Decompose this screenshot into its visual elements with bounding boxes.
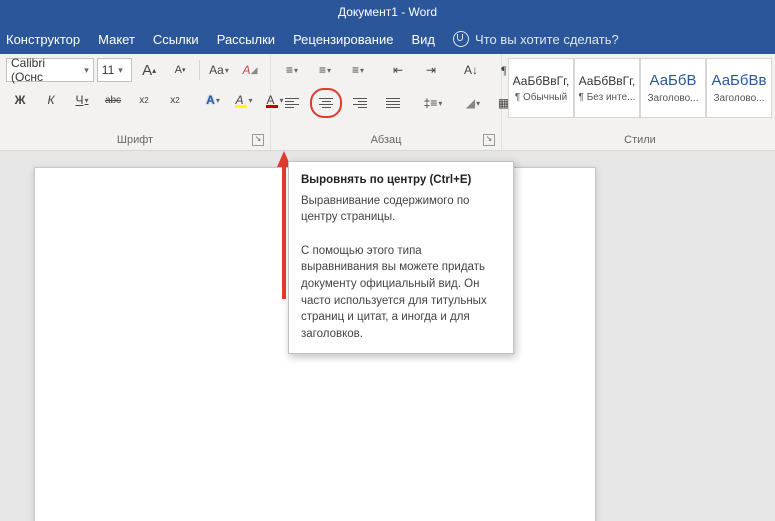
style-normal[interactable]: АаБбВвГг,¶ Обычный [508, 58, 574, 118]
change-case-button[interactable]: Aa▾ [205, 58, 233, 82]
shading-icon: ◢ [466, 96, 475, 110]
tab-constructor[interactable]: Конструктор [6, 32, 80, 47]
align-right-button[interactable] [345, 91, 375, 115]
indent-icon: ⇥ [426, 63, 436, 77]
group-paragraph-label: Абзац↘ [277, 131, 495, 150]
shading-button[interactable]: ◢▾ [458, 91, 488, 115]
subscript-button[interactable]: x2 [130, 88, 158, 112]
multilevel-button[interactable]: ≡▾ [343, 58, 373, 82]
superscript-button[interactable]: x2 [161, 88, 189, 112]
style-heading2[interactable]: АаБбВвЗаголово... [706, 58, 772, 118]
shrink-font-button[interactable]: A▾ [166, 58, 194, 82]
bulb-icon [453, 31, 469, 47]
highlight-button[interactable]: A▾ [230, 88, 258, 112]
tab-review[interactable]: Рецензирование [293, 32, 393, 47]
tooltip-line1: Выравнивание содержимого по центру стран… [301, 193, 501, 226]
text-effects-button[interactable]: A▾ [199, 88, 227, 112]
font-size-combo[interactable]: 11▾ [97, 58, 132, 82]
bullets-icon: ≡ [286, 63, 293, 77]
increase-indent-button[interactable]: ⇥ [416, 58, 446, 82]
font-name-combo[interactable]: Calibri (Оснс▾ [6, 58, 94, 82]
tell-me-label: Что вы хотите сделать? [475, 32, 619, 47]
align-center-button[interactable] [310, 88, 342, 118]
tab-links[interactable]: Ссылки [153, 32, 199, 47]
underline-button[interactable]: Ч▾ [68, 88, 96, 112]
bold-button[interactable]: Ж [6, 88, 34, 112]
numbering-button[interactable]: ≡▾ [310, 58, 340, 82]
group-styles-label: Стили [508, 131, 772, 150]
sort-icon: A↓ [464, 63, 478, 77]
group-paragraph: ≡▾ ≡▾ ≡▾ ⇤ ⇥ A↓ ¶ ‡≡▾ ◢▾ ▦▾ [271, 54, 502, 150]
align-center-icon [319, 98, 333, 108]
sort-button[interactable]: A↓ [456, 58, 486, 82]
clear-formatting-button[interactable]: A◢ [236, 58, 264, 82]
tab-layout[interactable]: Макет [98, 32, 135, 47]
grow-font-button[interactable]: A▴ [135, 58, 163, 82]
tab-mailings[interactable]: Рассылки [217, 32, 275, 47]
style-no-spacing[interactable]: АаБбВвГг,¶ Без инте... [574, 58, 640, 118]
tell-me[interactable]: Что вы хотите сделать? [453, 31, 619, 47]
font-launcher-icon[interactable]: ↘ [252, 134, 264, 146]
italic-button[interactable]: К [37, 88, 65, 112]
tooltip-line2: С помощью этого типа выравнивания вы мож… [301, 243, 501, 343]
align-left-icon [285, 98, 299, 108]
group-font: Calibri (Оснс▾ 11▾ A▴ A▾ Aa▾ A◢ Ж К Ч▾ a… [0, 54, 271, 150]
tab-view[interactable]: Вид [411, 32, 435, 47]
align-left-button[interactable] [277, 91, 307, 115]
line-spacing-icon: ‡≡ [424, 96, 438, 110]
line-spacing-button[interactable]: ‡≡▾ [418, 91, 448, 115]
ribbon-tabs: Конструктор Макет Ссылки Рассылки Реценз… [0, 24, 775, 54]
ribbon: Calibri (Оснс▾ 11▾ A▴ A▾ Aa▾ A◢ Ж К Ч▾ a… [0, 54, 775, 151]
group-styles: АаБбВвГг,¶ Обычный АаБбВвГг,¶ Без инте..… [502, 54, 775, 150]
style-heading1[interactable]: АаБбВЗаголово... [640, 58, 706, 118]
strikethrough-button[interactable]: abc [99, 88, 127, 112]
align-right-icon [353, 98, 367, 108]
bullets-button[interactable]: ≡▾ [277, 58, 307, 82]
outdent-icon: ⇤ [393, 63, 403, 77]
para-launcher-icon[interactable]: ↘ [483, 134, 495, 146]
decrease-indent-button[interactable]: ⇤ [383, 58, 413, 82]
group-font-label: Шрифт↘ [6, 131, 264, 150]
window-title: Документ1 - Word [0, 0, 775, 24]
multilevel-icon: ≡ [352, 63, 359, 77]
tooltip-align-center: Выровнять по центру (Ctrl+E) Выравнивани… [288, 161, 514, 354]
tooltip-title: Выровнять по центру (Ctrl+E) [301, 172, 501, 189]
numbering-icon: ≡ [319, 63, 326, 77]
justify-button[interactable] [378, 91, 408, 115]
justify-icon [386, 98, 400, 108]
document-area: Выровнять по центру (Ctrl+E) Выравнивани… [0, 151, 775, 521]
